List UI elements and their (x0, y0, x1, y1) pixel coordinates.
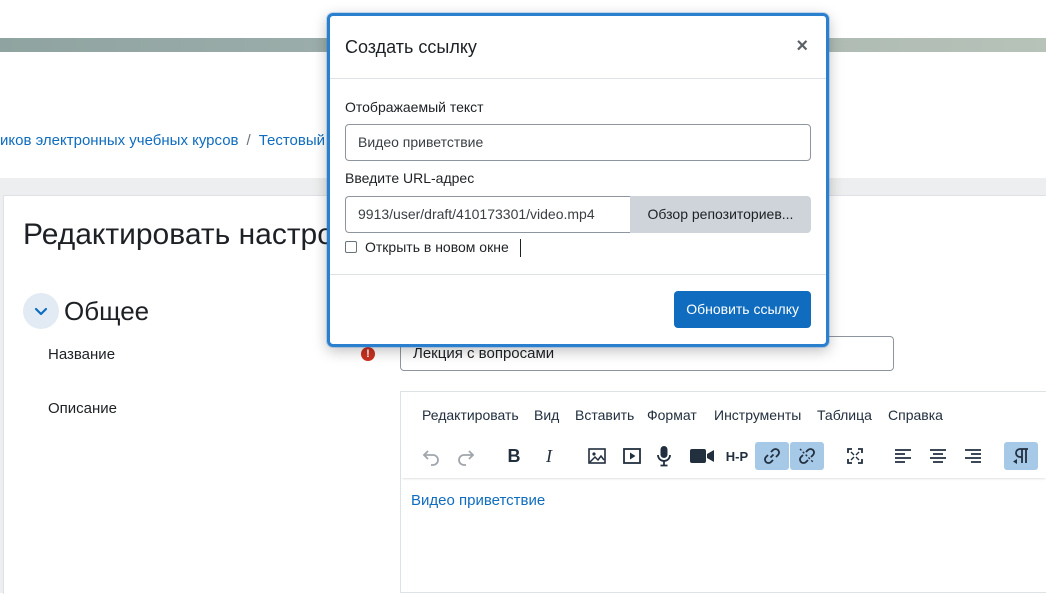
editor-toolbar: B I H-P (401, 438, 1046, 478)
media-icon (623, 448, 641, 464)
menu-view[interactable]: Вид (534, 407, 559, 423)
section-title-general[interactable]: Общее (64, 296, 149, 327)
insert-image-button[interactable] (580, 442, 614, 470)
align-right-button[interactable] (956, 442, 990, 470)
undo-button[interactable] (414, 442, 448, 470)
menu-help[interactable]: Справка (888, 407, 943, 423)
editor-menubar: Редактировать Вид Вставить Формат Инстру… (401, 392, 1046, 438)
breadcrumb-separator: / (246, 132, 251, 149)
close-icon[interactable]: × (796, 36, 808, 56)
dialog-footer-divider (330, 274, 826, 275)
open-in-new-window-label[interactable]: Открыть в новом окне (365, 239, 509, 255)
menu-insert[interactable]: Вставить (575, 407, 634, 423)
breadcrumb-item-course[interactable]: Тестовый (259, 132, 325, 149)
description-field-label: Описание (48, 400, 118, 417)
unlink-icon (799, 448, 815, 464)
redo-button[interactable] (449, 442, 483, 470)
unlink-button[interactable] (790, 442, 824, 470)
update-link-button[interactable]: Обновить ссылку (674, 291, 811, 328)
name-field-label: Название (48, 346, 116, 363)
open-in-new-window-checkbox[interactable] (345, 241, 357, 253)
link-button[interactable] (755, 442, 789, 470)
required-icon: ! (361, 347, 375, 361)
text-direction-button[interactable] (1004, 442, 1038, 470)
fullscreen-icon (847, 448, 863, 464)
menu-edit[interactable]: Редактировать (422, 407, 519, 423)
url-label: Введите URL-адрес (345, 170, 475, 186)
bold-icon: B (507, 445, 521, 466)
insert-media-button[interactable] (615, 442, 649, 470)
display-text-label: Отображаемый текст (345, 99, 484, 115)
breadcrumb-item-course-category[interactable]: иков электронных учебных курсов (0, 132, 239, 149)
menu-tools[interactable]: Инструменты (714, 407, 801, 423)
italic-icon: I (546, 445, 552, 466)
h5p-icon: H-P (725, 448, 749, 464)
align-left-button[interactable] (886, 442, 920, 470)
align-center-button[interactable] (921, 442, 955, 470)
url-input[interactable]: 9913/user/draft/410173301/video.mp4 (345, 196, 630, 233)
rich-text-editor: Редактировать Вид Вставить Формат Инстру… (400, 391, 1046, 593)
breadcrumb: иков электронных учебных курсов / Тестовый (0, 132, 325, 149)
menu-table[interactable]: Таблица (817, 407, 872, 423)
chevron-down-icon (34, 307, 48, 316)
h5p-button[interactable]: H-P (720, 442, 754, 470)
paragraph-direction-icon (1013, 448, 1028, 464)
menu-format[interactable]: Формат (647, 407, 697, 423)
dialog-title: Создать ссылку (345, 37, 477, 57)
undo-icon (422, 450, 439, 466)
fullscreen-button[interactable] (838, 442, 872, 470)
display-text-input[interactable]: Видео приветствие (345, 124, 811, 161)
bold-button[interactable]: B (497, 442, 531, 470)
image-icon (588, 448, 606, 464)
dialog-header: Создать ссылку × (330, 16, 826, 79)
record-video-button[interactable] (685, 442, 719, 470)
editor-content-link[interactable]: Видео приветствие (411, 492, 545, 509)
section-collapse-button[interactable] (23, 293, 59, 329)
page-title: Редактировать настрой (23, 218, 351, 251)
italic-button[interactable]: I (532, 442, 566, 470)
align-center-icon (930, 449, 946, 463)
create-link-dialog: Создать ссылку × Отображаемый текст Виде… (327, 13, 829, 347)
redo-icon (458, 450, 475, 466)
browse-repositories-button[interactable]: Обзор репозиториев... (630, 196, 811, 233)
mouse-text-cursor (520, 239, 521, 257)
align-left-icon (895, 449, 911, 463)
align-right-icon (965, 449, 981, 463)
record-audio-button[interactable] (647, 442, 681, 470)
microphone-icon (657, 446, 671, 467)
link-icon (764, 448, 780, 464)
video-camera-icon (690, 449, 714, 463)
